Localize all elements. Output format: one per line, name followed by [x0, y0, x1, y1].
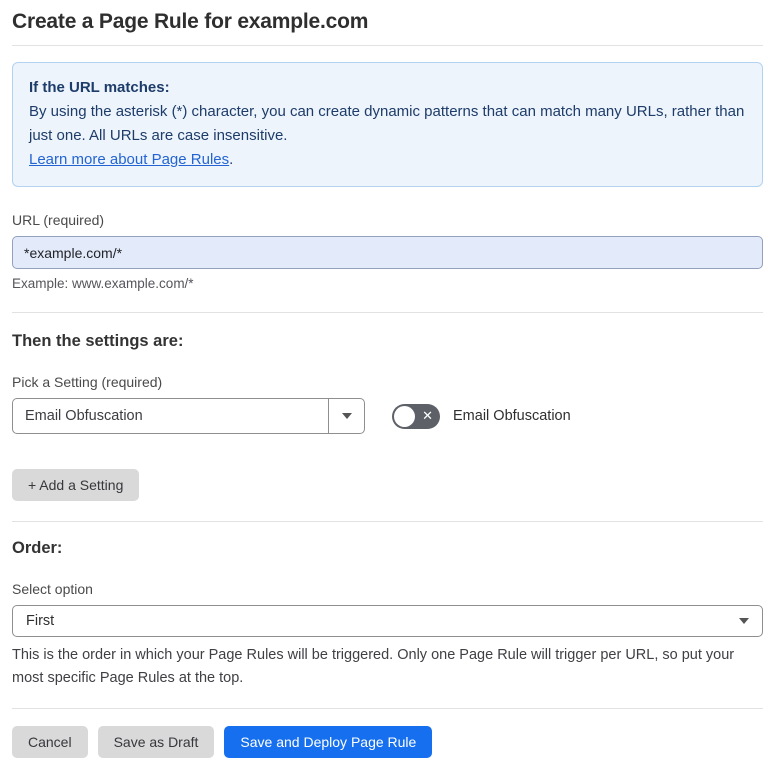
caret-down-icon: [739, 618, 749, 624]
page-title: Create a Page Rule for example.com: [12, 10, 369, 33]
info-box-body: By using the asterisk (*) character, you…: [29, 103, 745, 144]
pick-setting-label: Pick a Setting (required): [12, 374, 163, 390]
title-divider: [12, 45, 763, 46]
email-obfuscation-toggle-group: ✕ Email Obfuscation: [392, 403, 571, 429]
email-obfuscation-toggle[interactable]: ✕: [392, 403, 440, 429]
section-divider-1: [12, 312, 763, 313]
url-matches-info-box: If the URL matches: By using the asteris…: [12, 62, 763, 187]
setting-select-arrow-button[interactable]: [328, 399, 364, 433]
save-and-deploy-button[interactable]: Save and Deploy Page Rule: [224, 726, 433, 758]
caret-down-icon: [341, 413, 352, 419]
setting-select-value: Email Obfuscation: [25, 408, 143, 424]
save-as-draft-button[interactable]: Save as Draft: [97, 726, 215, 758]
url-example-hint: Example: www.example.com/*: [12, 276, 194, 291]
setting-select[interactable]: Email Obfuscation: [12, 398, 365, 434]
learn-more-link[interactable]: Learn more about Page Rules: [29, 151, 229, 168]
add-setting-button[interactable]: + Add a Setting: [12, 469, 140, 501]
url-field-label: URL (required): [12, 212, 105, 228]
cancel-button[interactable]: Cancel: [12, 726, 88, 758]
order-help-text: This is the order in which your Page Rul…: [12, 647, 735, 686]
setting-row: Email Obfuscation ✕ Email Obfuscation: [12, 398, 763, 434]
link-period: .: [229, 151, 234, 168]
order-section-heading: Order:: [12, 539, 63, 557]
section-divider-2: [12, 521, 763, 522]
create-page-rule-form: Create a Page Rule for example.com If th…: [0, 0, 775, 778]
footer-actions: Cancel Save as Draft Save and Deploy Pag…: [12, 726, 763, 758]
footer-divider: [12, 708, 763, 709]
settings-section-heading: Then the settings are:: [12, 332, 184, 350]
info-box-link-line: Learn more about Page Rules.: [29, 148, 746, 172]
toggle-knob: [394, 405, 415, 427]
order-select-value: First: [26, 613, 55, 629]
select-option-label: Select option: [12, 581, 93, 597]
info-box-heading: If the URL matches:: [29, 79, 170, 96]
url-input[interactable]: [12, 236, 763, 269]
toggle-label: Email Obfuscation: [453, 408, 571, 424]
toggle-off-x-icon: ✕: [422, 408, 433, 424]
order-select[interactable]: First: [12, 605, 763, 637]
